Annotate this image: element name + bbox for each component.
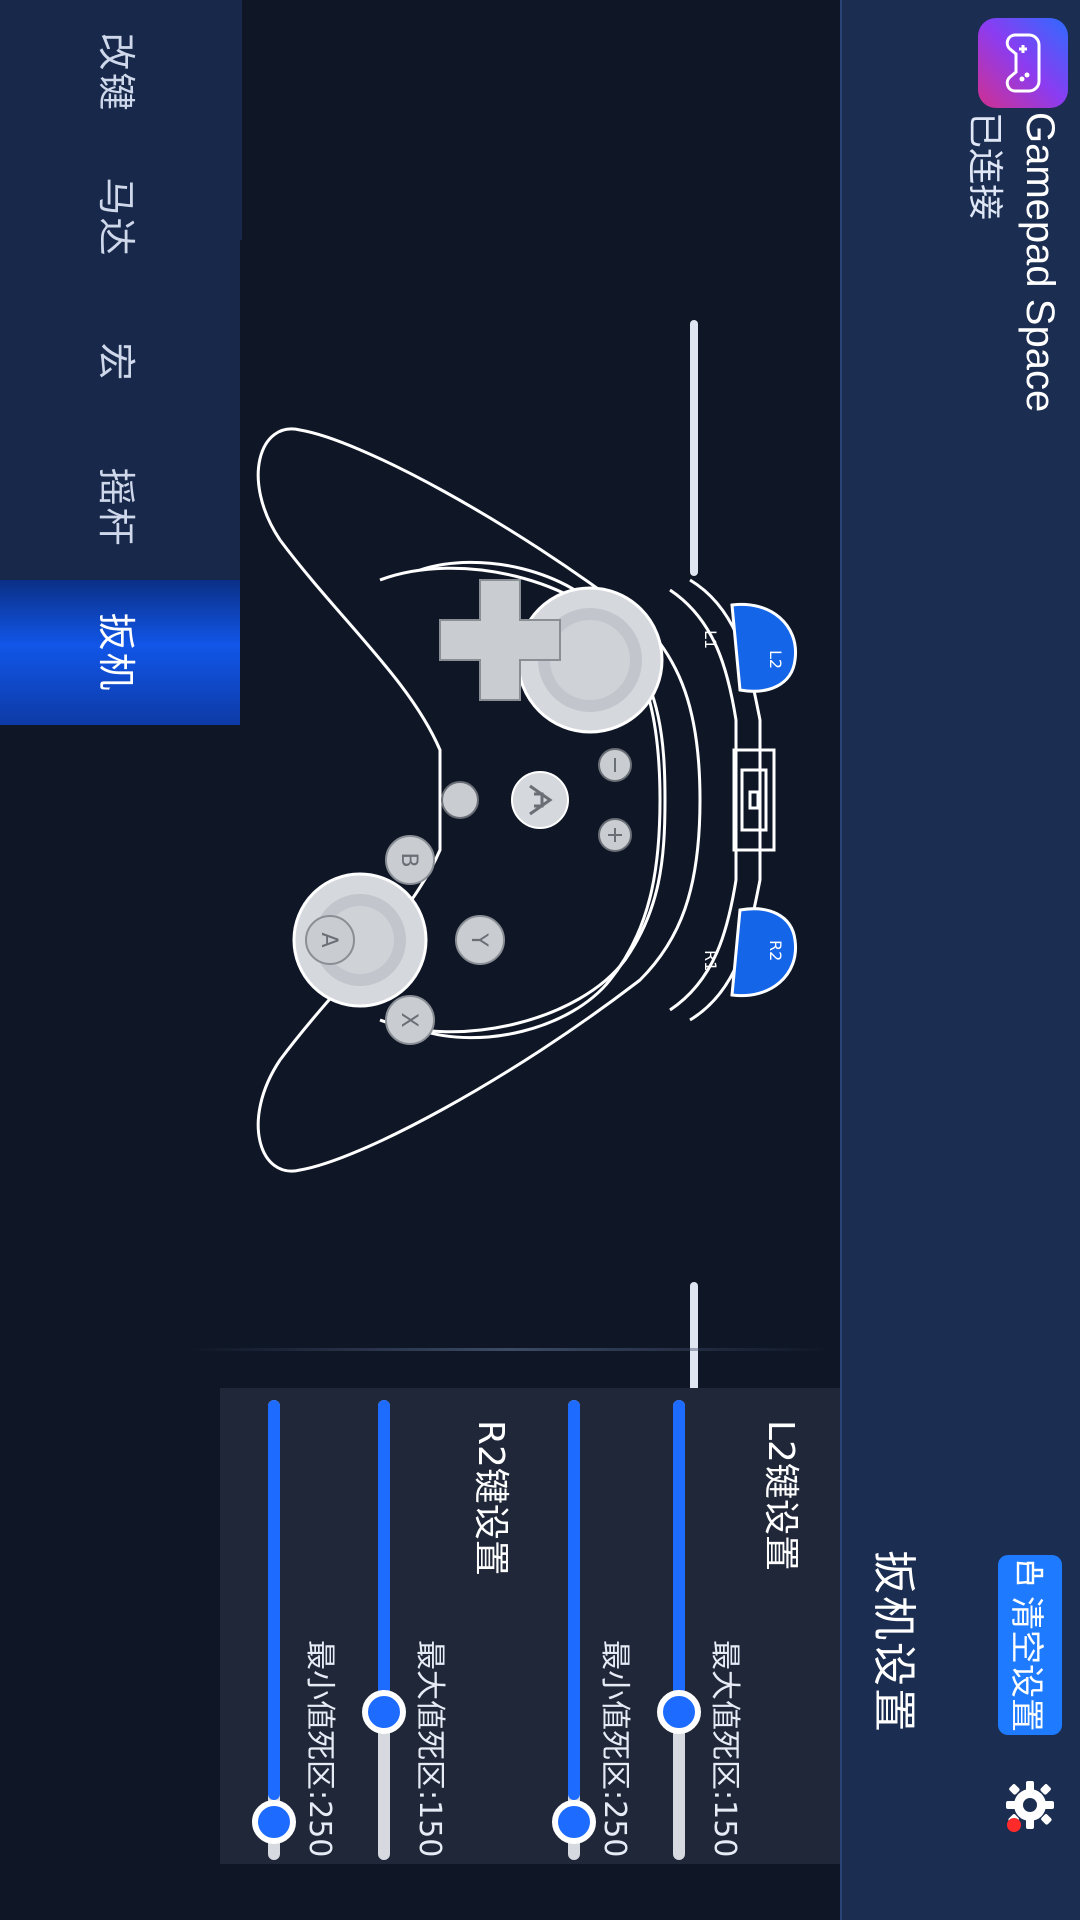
l2-section-title: L2键设置 — [760, 1420, 801, 1571]
tab-joystick-label: 摇杆 — [94, 467, 139, 548]
l2-trigger — [730, 602, 798, 693]
connection-status: 已连接 — [964, 112, 1005, 221]
app-name: Gamepad Space — [1018, 112, 1062, 413]
tab-macro-label: 宏 — [94, 342, 139, 383]
svg-text:X: X — [396, 1012, 421, 1027]
tab-joystick[interactable]: 摇杆 — [0, 435, 240, 580]
r2-label: R2 — [766, 940, 785, 961]
r1-label: R1 — [701, 950, 720, 971]
gamepad-icon — [1005, 33, 1041, 93]
r2-section-title: R2键设置 — [470, 1420, 511, 1576]
tabs-container: 改键 马达 宏 摇杆 扳机 — [0, 0, 240, 725]
svg-text:A: A — [316, 932, 341, 947]
clear-settings-button[interactable]: 清空设置 — [998, 1555, 1062, 1735]
notification-dot — [1007, 1818, 1021, 1832]
controller-illustration: Y X B A L1 L2 R1 R2 — [256, 427, 798, 1173]
tab-trigger[interactable]: 扳机 — [0, 580, 240, 725]
tab-motor[interactable]: 马达 — [0, 145, 240, 290]
svg-text:B: B — [396, 852, 421, 867]
settings-gear-button[interactable] — [998, 1775, 1062, 1839]
panel-divider — [190, 1348, 830, 1351]
app-canvas: Gamepad Space 已连接 清空设置 改键 马达 宏 摇杆 扳机 Y X… — [0, 0, 1080, 1920]
l2-min-deadzone-fill — [568, 1400, 580, 1800]
gear-icon — [1006, 1781, 1054, 1832]
broom-icon — [1016, 1561, 1044, 1585]
l1-label: L1 — [701, 630, 720, 649]
r2-min-deadzone-thumb[interactable] — [252, 1800, 296, 1844]
r2-max-deadzone-label: 最大值死区:150 — [412, 1640, 447, 1858]
r2-trigger — [730, 907, 798, 998]
l2-max-deadzone-label: 最大值死区:150 — [707, 1640, 742, 1858]
svg-text:Y: Y — [466, 932, 491, 947]
clear-settings-label: 清空设置 — [1006, 1596, 1047, 1732]
tab-trigger-label: 扳机 — [94, 612, 139, 693]
r2-max-deadzone-slider[interactable] — [362, 1400, 406, 1860]
tab-remap[interactable]: 改键 — [0, 0, 240, 145]
l2-min-deadzone-label: 最小值死区:250 — [597, 1640, 632, 1858]
r2-max-deadzone-fill — [378, 1400, 390, 1710]
l2-max-deadzone-fill — [673, 1400, 685, 1710]
l2-label: L2 — [766, 650, 785, 669]
circle-button — [441, 781, 479, 819]
panel-title: 扳机设置 — [868, 1550, 919, 1734]
l2-min-deadzone-slider[interactable] — [552, 1400, 596, 1860]
tab-remap-label: 改键 — [94, 32, 139, 113]
r2-max-deadzone-thumb[interactable] — [362, 1690, 406, 1734]
l2-max-deadzone-thumb[interactable] — [657, 1690, 701, 1734]
l2-min-deadzone-thumb[interactable] — [552, 1800, 596, 1844]
home-button — [511, 771, 569, 829]
tab-motor-label: 马达 — [94, 177, 139, 258]
tab-macro[interactable]: 宏 — [0, 290, 240, 435]
l2-max-deadzone-slider[interactable] — [657, 1400, 701, 1860]
r2-min-deadzone-fill — [268, 1400, 280, 1800]
r2-min-deadzone-slider[interactable] — [252, 1400, 296, 1860]
app-logo — [978, 18, 1068, 108]
r2-min-deadzone-label: 最小值死区:250 — [302, 1640, 337, 1858]
